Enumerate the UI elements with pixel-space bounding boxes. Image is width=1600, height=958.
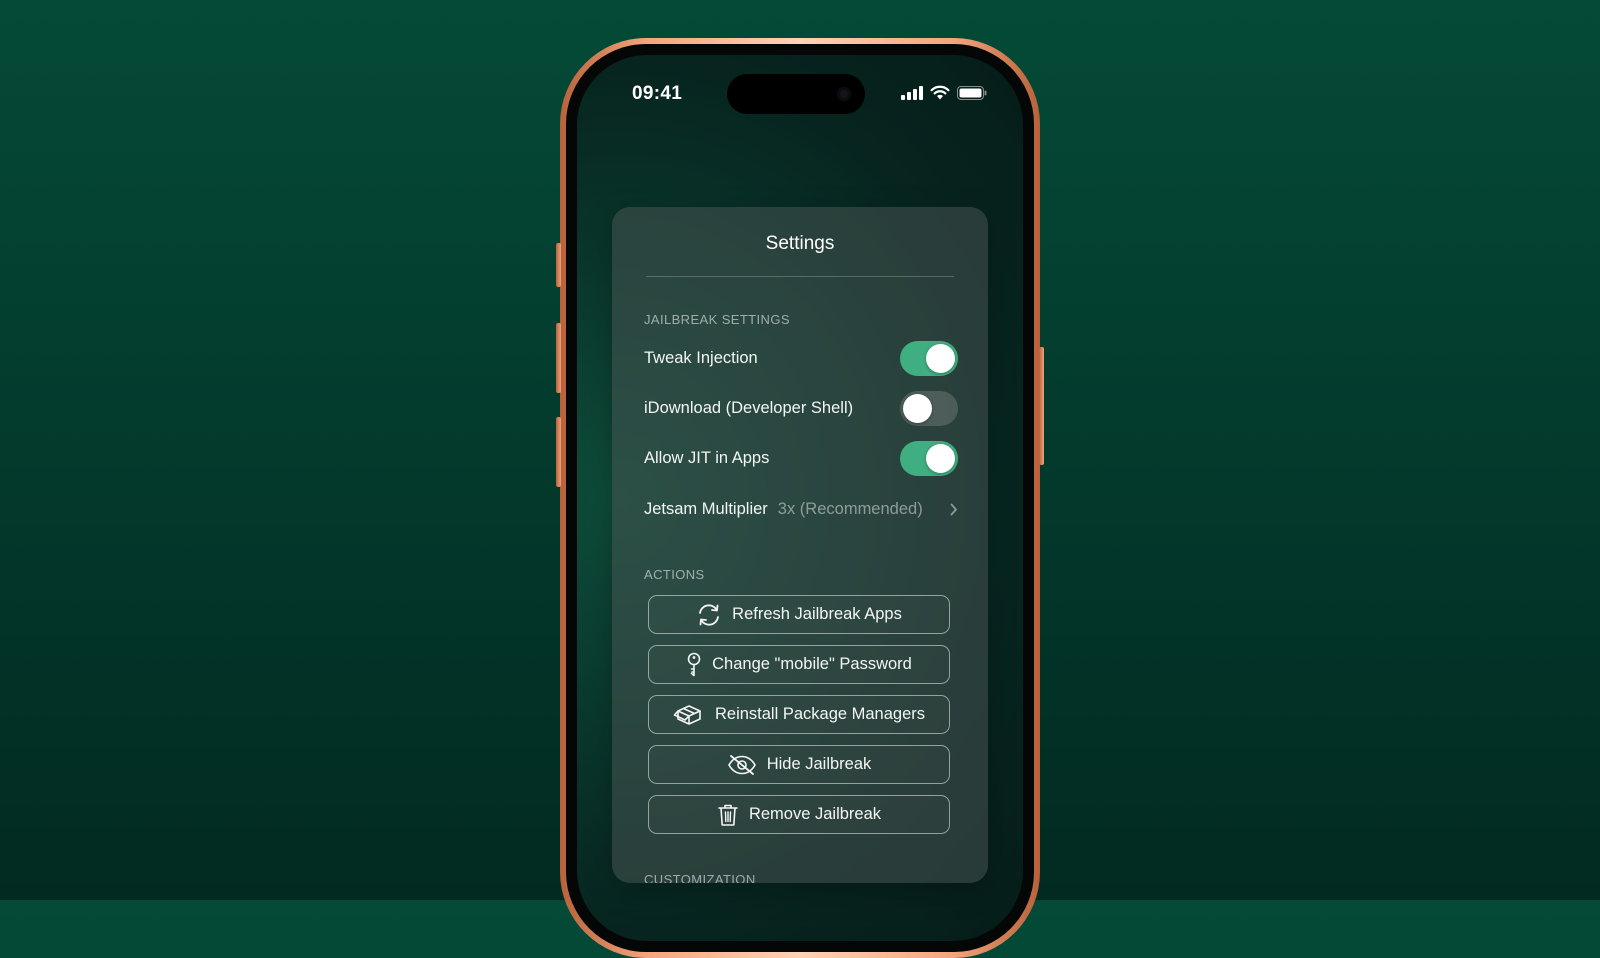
setting-label: Allow JIT in Apps <box>644 448 770 467</box>
toggle-knob <box>926 443 955 473</box>
section-header-actions: ACTIONS <box>644 567 705 582</box>
camera-icon <box>837 87 851 101</box>
section-header-jailbreak-settings: JAILBREAK SETTINGS <box>644 312 790 327</box>
key-icon <box>686 652 702 678</box>
setting-label: Tweak Injection <box>644 348 758 367</box>
phone-frame: 09:41 Settings JAILBREAK SETTINGS Tweak … <box>560 38 1040 958</box>
action-label: Hide Jailbreak <box>766 755 872 773</box>
cellular-signal-icon <box>901 85 923 100</box>
idownload-toggle[interactable] <box>900 390 958 426</box>
action-label: Remove Jailbreak <box>748 805 882 823</box>
chevron-right-icon <box>950 503 958 516</box>
action-label: Reinstall Package Managers <box>714 705 926 723</box>
title-divider <box>646 276 954 277</box>
phone-bezel: 09:41 Settings JAILBREAK SETTINGS Tweak … <box>566 44 1034 952</box>
setting-row-idownload: iDownload (Developer Shell) <box>644 390 958 426</box>
action-label: Refresh Jailbreak Apps <box>732 605 902 623</box>
panel-title: Settings <box>765 233 835 254</box>
jetsam-multiplier-label: Jetsam Multiplier <box>644 499 768 518</box>
refresh-jailbreak-apps-button[interactable]: Refresh Jailbreak Apps <box>648 595 950 634</box>
settings-panel: Settings JAILBREAK SETTINGS Tweak Inject… <box>612 207 988 883</box>
volume-up-button <box>556 323 561 393</box>
jetsam-multiplier-row[interactable]: Jetsam Multiplier 3x (Recommended) <box>644 494 958 524</box>
action-label: Change "mobile" Password <box>712 655 912 673</box>
toggle-knob <box>926 343 955 373</box>
package-icon <box>673 703 705 727</box>
reinstall-package-managers-button[interactable]: Reinstall Package Managers <box>648 695 950 734</box>
wifi-icon <box>930 85 950 100</box>
refresh-icon <box>696 603 722 627</box>
battery-icon <box>957 85 987 100</box>
volume-down-button <box>556 417 561 487</box>
action-button-hardware <box>556 243 561 287</box>
change-mobile-password-button[interactable]: Change "mobile" Password <box>648 645 950 684</box>
phone-screen: 09:41 Settings JAILBREAK SETTINGS Tweak … <box>577 55 1023 941</box>
trash-icon <box>717 803 739 827</box>
status-icons <box>901 85 987 100</box>
dynamic-island <box>727 74 865 114</box>
setting-row-tweak-injection: Tweak Injection <box>644 340 958 376</box>
setting-row-allow-jit: Allow JIT in Apps <box>644 440 958 476</box>
allow-jit-toggle[interactable] <box>900 440 958 476</box>
section-header-customization: CUSTOMIZATION <box>644 872 756 883</box>
toggle-knob <box>903 393 932 423</box>
setting-label: iDownload (Developer Shell) <box>644 398 854 417</box>
eye-slash-icon <box>727 754 757 776</box>
hide-jailbreak-button[interactable]: Hide Jailbreak <box>648 745 950 784</box>
tweak-injection-toggle[interactable] <box>900 340 958 376</box>
side-power-button <box>1039 347 1044 465</box>
remove-jailbreak-button[interactable]: Remove Jailbreak <box>648 795 950 834</box>
status-bar: 09:41 <box>577 55 1023 129</box>
status-time: 09:41 <box>632 83 683 104</box>
jetsam-multiplier-value: 3x (Recommended) <box>777 499 923 518</box>
